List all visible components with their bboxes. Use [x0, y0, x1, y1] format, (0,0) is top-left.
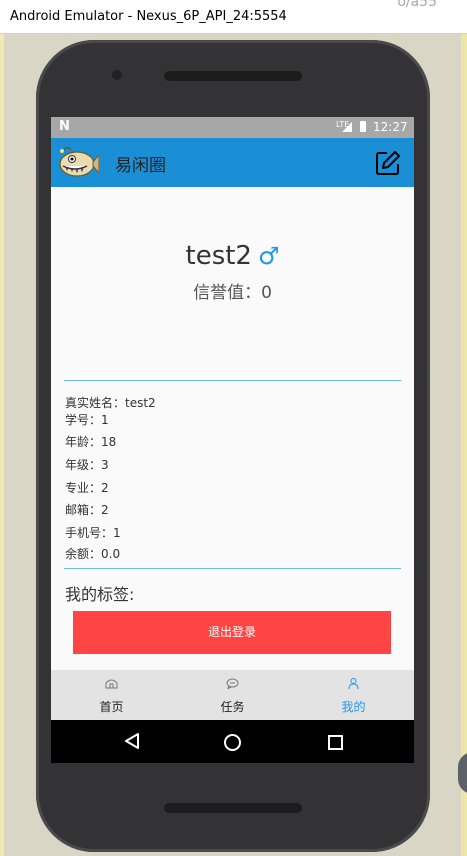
recent-apps-icon[interactable] [328, 735, 343, 750]
top-speaker [164, 71, 302, 81]
desktop-edge-left [0, 34, 4, 856]
back-icon[interactable] [124, 732, 140, 750]
app-title: 易闲圈 [115, 156, 166, 176]
info-balance: 余额：0.0 [65, 547, 121, 561]
device-screen: N LTE 12:27 易闲圈 test2♂ 信誉值：0 真实姓名：test2 [51, 117, 414, 763]
edit-icon[interactable] [375, 150, 401, 176]
status-bar: N LTE 12:27 [51, 117, 414, 138]
info-phone: 手机号：1 [65, 526, 121, 540]
info-real-name: 真实姓名：test2 [65, 396, 156, 410]
background-window-text: o/a55 [397, 0, 437, 10]
divider-top [64, 380, 401, 381]
info-age: 年龄：18 [65, 435, 117, 449]
signal-icon [342, 122, 352, 132]
tab-home[interactable]: 首页 [51, 670, 172, 720]
emulator-title-bar: Android Emulator - Nexus_6P_API_24:5554 … [0, 0, 467, 34]
profile-content: test2 ♂ 信誉值：0 真实姓名：test2 学号：1 年龄：18 年级：3 … [51, 187, 414, 670]
info-email: 邮箱：2 [65, 503, 109, 517]
tab-mine-label: 我的 [341, 700, 366, 714]
floating-bubble[interactable] [458, 752, 467, 794]
system-navigation-bar [51, 720, 414, 763]
home-button-icon[interactable] [224, 734, 241, 751]
divider-bottom [64, 568, 401, 569]
notification-icon: N [59, 119, 70, 134]
tab-tasks[interactable]: 任务 [172, 670, 293, 720]
bottom-navigation: 首页 任务 我的 [51, 670, 414, 720]
front-camera [112, 70, 122, 80]
logout-button[interactable]: 退出登录 [73, 611, 391, 654]
username: test2 [185, 241, 252, 271]
battery-icon [360, 121, 366, 132]
male-gender-icon: ♂ [257, 242, 280, 270]
my-tags-label: 我的标签: [65, 585, 135, 604]
credit-score: 信誉值：0 [193, 283, 272, 303]
desktop-edge-right [461, 34, 467, 856]
tab-tasks-label: 任务 [220, 700, 245, 714]
tab-home-label: 首页 [99, 700, 124, 714]
chat-icon [226, 678, 239, 689]
info-student-id: 学号：1 [65, 413, 109, 427]
info-major: 专业：2 [65, 481, 109, 495]
status-time: 12:27 [373, 120, 408, 134]
profile-header: test2 ♂ [51, 241, 414, 271]
anglerfish-logo-icon [59, 147, 99, 177]
window-title: Android Emulator - Nexus_6P_API_24:5554 [10, 9, 287, 24]
tab-mine[interactable]: 我的 [293, 670, 414, 720]
info-grade: 年级：3 [65, 458, 109, 472]
home-icon [105, 679, 118, 689]
app-bar: 易闲圈 [51, 138, 414, 187]
person-icon [348, 678, 359, 689]
bottom-speaker [164, 803, 302, 813]
